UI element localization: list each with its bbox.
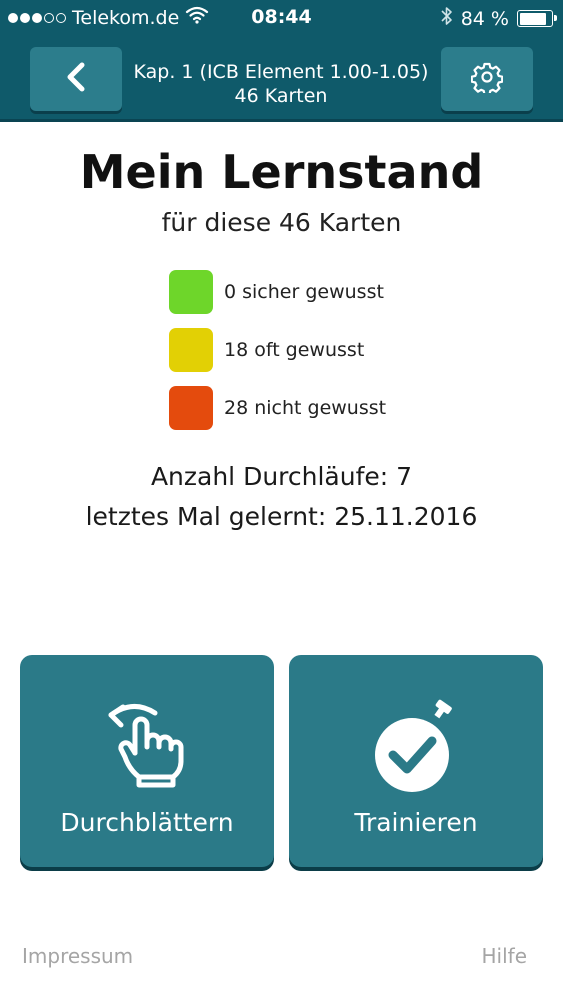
header-title: Kap. 1 (ICB Element 1.00-1.05) 46 Karten [125, 60, 437, 108]
browse-label: Durchblättern [60, 808, 234, 837]
battery-fill [519, 12, 546, 25]
page-title: Mein Lernstand [79, 145, 484, 199]
swipe-hand-icon [20, 695, 274, 795]
battery-icon [517, 10, 557, 27]
impressum-link[interactable]: Impressum [22, 944, 133, 968]
chevron-left-icon [65, 61, 87, 97]
back-button[interactable] [30, 47, 122, 111]
status-bar: Telekom.de 08:44 84 % [0, 0, 563, 38]
last-learned-date: letztes Mal gelernt: 25.11.2016 [85, 502, 478, 531]
bluetooth-icon [441, 6, 453, 31]
legend-label: 28 nicht gewusst [224, 397, 387, 419]
legend-swatch-green [169, 270, 213, 314]
header-title-line1: Kap. 1 (ICB Element 1.00-1.05) [133, 61, 429, 83]
browse-button[interactable]: Durchblättern [20, 655, 274, 867]
train-label: Trainieren [354, 808, 478, 837]
legend-label: 0 sicher gewusst [224, 281, 384, 303]
header-bar: Telekom.de 08:44 84 % Kap. 1 (ICB Elemen… [0, 0, 563, 122]
battery-percent: 84 % [460, 7, 509, 30]
legend-item-known: 0 sicher gewusst [169, 270, 386, 314]
battery-tip [554, 15, 557, 21]
header-title-line2: 46 Karten [234, 85, 328, 107]
legend-swatch-yellow [169, 328, 213, 372]
legend-label: 18 oft gewusst [224, 339, 365, 361]
train-button[interactable]: Trainieren [289, 655, 543, 867]
learning-stats: Anzahl Durchläufe: 7 letztes Mal gelernt… [0, 457, 563, 537]
settings-button[interactable] [441, 47, 533, 111]
runs-count: Anzahl Durchläufe: 7 [150, 462, 413, 491]
legend-item-often: 18 oft gewusst [169, 328, 386, 372]
status-right: 84 % [441, 6, 557, 31]
help-link[interactable]: Hilfe [482, 944, 528, 968]
stopwatch-check-icon [289, 695, 543, 795]
progress-legend: 0 sicher gewusst 18 oft gewusst 28 nicht… [169, 270, 386, 444]
page-subtitle: für diese 46 Karten [161, 208, 402, 237]
legend-swatch-red [169, 386, 213, 430]
gear-icon [470, 61, 504, 97]
legend-item-unknown: 28 nicht gewusst [169, 386, 386, 430]
app-screen: Telekom.de 08:44 84 % Kap. 1 (ICB Elemen… [0, 0, 563, 1000]
